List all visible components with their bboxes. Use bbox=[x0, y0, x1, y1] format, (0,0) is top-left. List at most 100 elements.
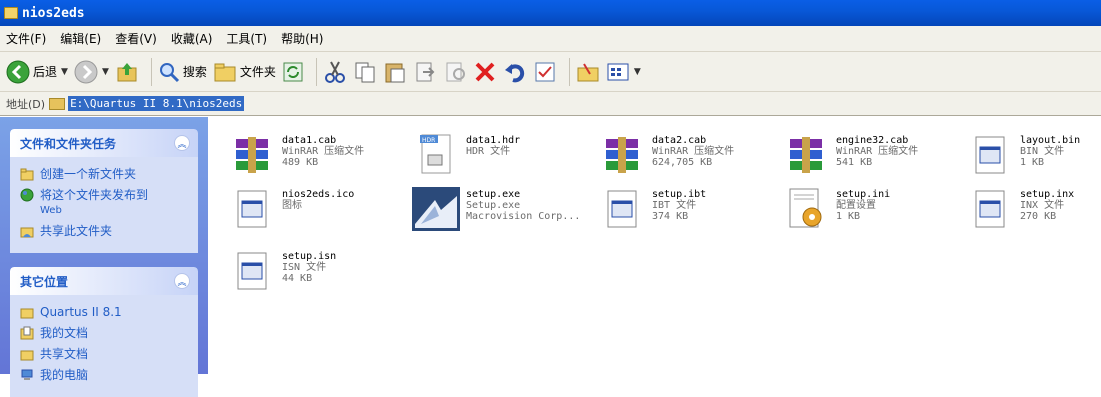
folders-label: 文件夹 bbox=[239, 65, 276, 79]
back-button[interactable]: 后退 ▼ bbox=[6, 60, 68, 84]
paste-button[interactable] bbox=[383, 60, 407, 84]
copy-icon bbox=[355, 62, 375, 82]
file-item[interactable]: setup.ini 配置设置 1 KB bbox=[780, 183, 965, 235]
file-type: HDR 文件 bbox=[466, 146, 511, 157]
file-type: Setup.exe bbox=[466, 200, 521, 211]
file-item[interactable]: setup.exe Setup.exe Macrovision Corp... bbox=[410, 183, 595, 235]
file-type: 配置设置 bbox=[836, 200, 876, 211]
file-size: 1 KB bbox=[1020, 157, 1045, 168]
address-label: 地址(D) bbox=[6, 97, 46, 111]
task-label: 将这个文件夹发布到 Web bbox=[40, 188, 148, 218]
dropdown-arrow-icon[interactable]: ▼ bbox=[634, 67, 641, 77]
svg-text:HDR: HDR bbox=[422, 137, 435, 144]
file-size: 489 KB bbox=[282, 157, 319, 168]
panel-body: Quartus II 8.1 我的文档 共享文档 我的电脑 bbox=[10, 295, 198, 397]
place-my-computer[interactable]: 我的电脑 bbox=[20, 368, 188, 383]
winrar-archive-icon bbox=[596, 129, 648, 181]
cut-button[interactable] bbox=[323, 60, 347, 84]
file-item[interactable]: setup.inx INX 文件 270 KB bbox=[964, 183, 1098, 235]
delete-button[interactable] bbox=[473, 60, 497, 84]
file-type: INX 文件 bbox=[1020, 200, 1065, 211]
file-size: 374 KB bbox=[652, 211, 689, 222]
my-documents-icon bbox=[20, 326, 34, 340]
file-company: Macrovision Corp... bbox=[466, 211, 581, 222]
file-item[interactable]: HDR data1.hdr HDR 文件 bbox=[410, 129, 595, 181]
generic-file-icon bbox=[964, 183, 1016, 235]
place-label: Quartus II 8.1 bbox=[40, 305, 122, 319]
file-type: BIN 文件 bbox=[1020, 146, 1065, 157]
file-item[interactable]: nios2eds.ico 图标 bbox=[226, 183, 411, 235]
panel-body: 创建一个新文件夹 将这个文件夹发布到 Web 共享此文件夹 bbox=[10, 157, 198, 253]
task-label: 创建一个新文件夹 bbox=[40, 167, 137, 181]
up-button[interactable] bbox=[115, 60, 139, 84]
file-name: setup.inx bbox=[1020, 189, 1075, 200]
menu-edit[interactable]: 编辑(E) bbox=[60, 30, 101, 47]
cut-icon bbox=[324, 61, 345, 83]
copy-button[interactable] bbox=[353, 60, 377, 84]
task-new-folder[interactable]: 创建一个新文件夹 bbox=[20, 167, 188, 182]
file-item[interactable]: setup.isn ISN 文件 44 KB bbox=[226, 245, 411, 297]
forward-button[interactable]: ▼ bbox=[74, 60, 109, 84]
copy-to-button[interactable] bbox=[443, 60, 467, 84]
place-my-documents[interactable]: 我的文档 bbox=[20, 326, 188, 341]
file-name: data1.hdr bbox=[466, 135, 521, 146]
file-item[interactable]: data1.cab WinRAR 压缩文件 489 KB bbox=[226, 129, 411, 181]
toolbar-separator bbox=[568, 57, 570, 86]
task-share-folder[interactable]: 共享此文件夹 bbox=[20, 224, 188, 239]
search-button[interactable]: 搜索 bbox=[158, 61, 207, 83]
menu-help[interactable]: 帮助(H) bbox=[281, 30, 323, 47]
generic-file-icon bbox=[596, 183, 648, 235]
other-places-panel: 其它位置 ︽ Quartus II 8.1 我的文档 共享文档 我的电脑 bbox=[10, 267, 198, 397]
file-name: engine32.cab bbox=[836, 135, 909, 146]
panel-header[interactable]: 文件和文件夹任务 ︽ bbox=[10, 129, 198, 157]
file-size: 270 KB bbox=[1020, 211, 1057, 222]
delete-icon bbox=[475, 62, 495, 81]
properties-button[interactable] bbox=[533, 60, 557, 84]
dropdown-arrow-icon[interactable]: ▼ bbox=[61, 67, 68, 77]
toolbar-separator bbox=[150, 57, 152, 86]
generic-file-icon bbox=[964, 129, 1016, 181]
folder-options-icon bbox=[577, 62, 599, 81]
shared-documents-icon bbox=[20, 350, 34, 361]
file-item[interactable]: layout.bin BIN 文件 1 KB bbox=[964, 129, 1098, 181]
address-path[interactable]: E:\Quartus II 8.1\nios2eds bbox=[68, 96, 245, 111]
menu-bar: 文件(F) 编辑(E) 查看(V) 收藏(A) 工具(T) 帮助(H) bbox=[0, 26, 1101, 52]
copy-to-icon bbox=[446, 62, 465, 81]
menu-favorites[interactable]: 收藏(A) bbox=[171, 30, 213, 47]
collapse-chevron-icon[interactable]: ︽ bbox=[174, 273, 190, 289]
file-type: IBT 文件 bbox=[652, 200, 697, 211]
views-button[interactable]: ▼ bbox=[606, 60, 641, 84]
place-quartus[interactable]: Quartus II 8.1 bbox=[20, 305, 188, 320]
place-shared-documents[interactable]: 共享文档 bbox=[20, 347, 188, 362]
collapse-chevron-icon[interactable]: ︽ bbox=[174, 135, 190, 151]
undo-button[interactable] bbox=[503, 60, 527, 84]
new-folder-icon bbox=[20, 168, 34, 181]
panel-title: 文件和文件夹任务 bbox=[20, 136, 117, 151]
menu-file[interactable]: 文件(F) bbox=[6, 30, 46, 47]
panel-title: 其它位置 bbox=[20, 274, 69, 289]
place-label: 我的文档 bbox=[40, 326, 89, 340]
menu-view[interactable]: 查看(V) bbox=[115, 30, 157, 47]
toolbar-separator bbox=[315, 57, 317, 86]
task-label-main: 将这个文件夹发布到 bbox=[40, 188, 149, 202]
views-icon bbox=[607, 63, 629, 80]
hdr-file-icon: HDR bbox=[410, 129, 462, 181]
file-item[interactable]: setup.ibt IBT 文件 374 KB bbox=[596, 183, 781, 235]
share-folder-icon bbox=[20, 227, 34, 238]
panel-header[interactable]: 其它位置 ︽ bbox=[10, 267, 198, 295]
task-pane: 文件和文件夹任务 ︽ 创建一个新文件夹 将这个文件夹发布到 Web 共享此文件夹 … bbox=[0, 117, 208, 397]
task-publish-web[interactable]: 将这个文件夹发布到 Web bbox=[20, 188, 188, 218]
file-item[interactable]: engine32.cab WinRAR 压缩文件 541 KB bbox=[780, 129, 965, 181]
sync-button[interactable] bbox=[282, 61, 304, 83]
menu-tools[interactable]: 工具(T) bbox=[226, 30, 267, 47]
move-to-button[interactable] bbox=[413, 60, 437, 84]
place-label: 我的电脑 bbox=[40, 368, 89, 382]
address-field[interactable]: E:\Quartus II 8.1\nios2eds bbox=[49, 96, 245, 111]
dropdown-arrow-icon[interactable]: ▼ bbox=[102, 67, 109, 77]
folder-icon bbox=[20, 308, 34, 319]
publish-web-icon bbox=[20, 188, 34, 202]
file-name: layout.bin bbox=[1020, 135, 1081, 146]
folder-options-button[interactable] bbox=[576, 60, 600, 84]
file-item[interactable]: data2.cab WinRAR 压缩文件 624,705 KB bbox=[596, 129, 781, 181]
folders-button[interactable]: 文件夹 bbox=[213, 61, 276, 83]
